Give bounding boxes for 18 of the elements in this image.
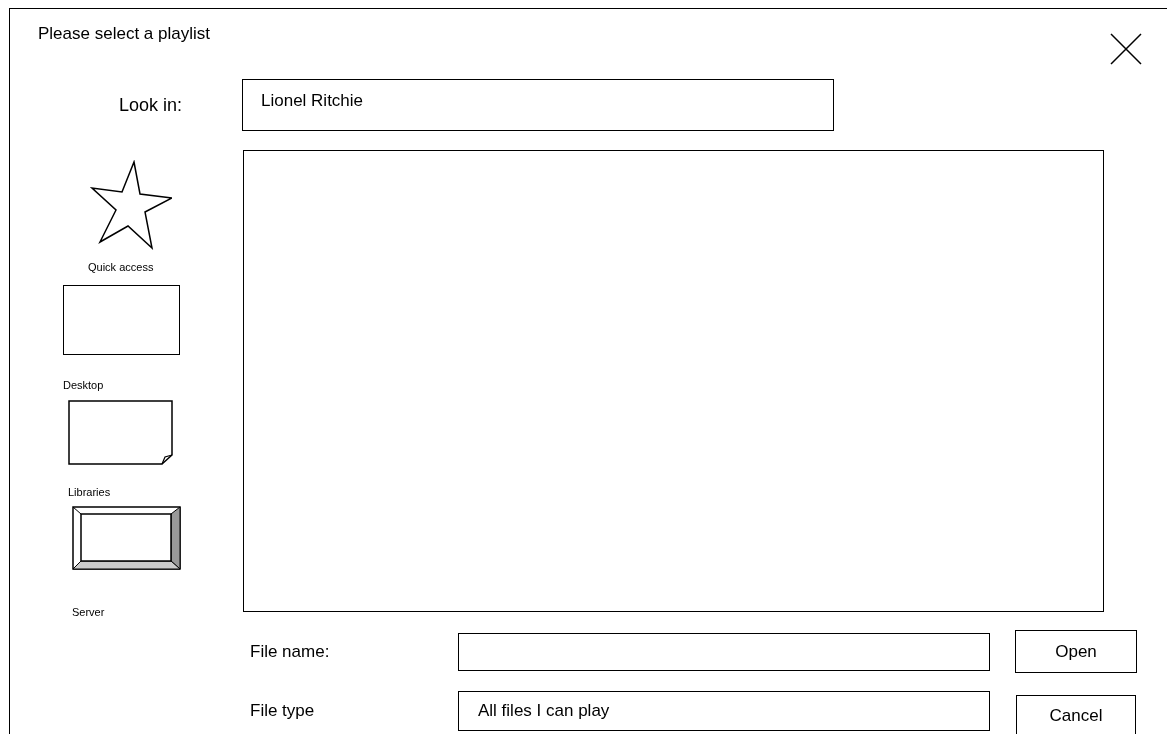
server-icon (72, 506, 181, 570)
place-label[interactable]: Quick access (88, 258, 154, 275)
file-name-field[interactable] (458, 632, 990, 671)
cancel-button[interactable]: Cancel (1016, 695, 1136, 734)
open-button[interactable]: Open (1015, 630, 1137, 673)
look-in-field[interactable]: Lionel Ritchie (242, 79, 834, 131)
file-type-label: File type (250, 700, 316, 723)
file-name-label: File name: (250, 640, 331, 663)
close-button[interactable] (1109, 32, 1143, 66)
place-label[interactable]: Desktop (63, 376, 104, 393)
page-icon (68, 400, 173, 465)
place-label[interactable]: Libraries (68, 483, 111, 500)
desktop-icon (63, 285, 180, 355)
place-label[interactable]: Server (72, 603, 105, 620)
dialog-title: Please select a playlist (38, 23, 210, 45)
star-icon (88, 160, 172, 250)
file-type-field[interactable]: All files I can play (458, 691, 990, 731)
look-in-label: Look in: (117, 93, 182, 117)
